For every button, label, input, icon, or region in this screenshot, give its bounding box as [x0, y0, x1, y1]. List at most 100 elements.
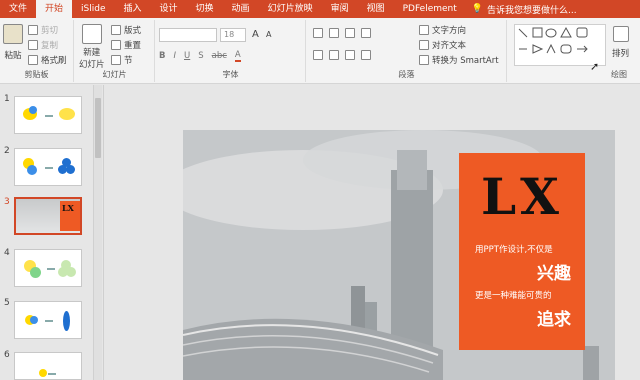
- scissors-icon: [28, 25, 38, 35]
- arrange-icon: [612, 26, 629, 42]
- clipboard-group: 粘贴 剪切 复制 格式刷 剪贴板: [0, 20, 74, 82]
- bullets-icon[interactable]: [313, 28, 323, 38]
- convert-smartart-button[interactable]: 转换为 SmartArt: [419, 54, 499, 66]
- smartart-icon: [419, 55, 429, 65]
- align-right-icon[interactable]: [345, 50, 355, 60]
- paste-icon: [3, 24, 23, 44]
- font-family-dropdown[interactable]: [159, 28, 217, 42]
- arrange-button[interactable]: 排列: [612, 26, 629, 59]
- slide-thumbnail-4[interactable]: [14, 249, 82, 287]
- shapes-icon: [518, 26, 588, 54]
- font-group: 18 A A B I U S abc A 字体: [156, 20, 306, 82]
- paragraph-group: 文字方向 对齐文本 转换为 SmartArt 段落: [307, 20, 507, 82]
- slide-number: 1: [4, 94, 10, 104]
- menu-pdfelement[interactable]: PDFelement: [394, 0, 466, 18]
- circle-icon: [29, 106, 37, 114]
- underline-icon[interactable]: U: [184, 51, 190, 61]
- drawing-group: 排列 绘图 ➚: [508, 20, 640, 82]
- layout-icon: [111, 25, 121, 35]
- new-slide-button[interactable]: 新建 幻灯片: [79, 24, 105, 70]
- brush-icon: [28, 55, 38, 65]
- menu-transitions[interactable]: 切换: [187, 0, 223, 18]
- slide-thumbnail-2[interactable]: [14, 148, 82, 186]
- font-size-dropdown[interactable]: 18: [220, 28, 246, 42]
- font-label: 字体: [222, 70, 239, 79]
- grow-font-button[interactable]: A: [252, 29, 259, 40]
- menu-review[interactable]: 审阅: [322, 0, 358, 18]
- slide-thumbnail-5[interactable]: [14, 301, 82, 339]
- shrink-font-button[interactable]: A: [266, 30, 271, 39]
- align-text-button[interactable]: 对齐文本: [419, 39, 466, 51]
- slide-number: 5: [4, 298, 10, 308]
- align-center-icon[interactable]: [329, 50, 339, 60]
- connector-line: [47, 268, 55, 270]
- menu-islide[interactable]: iSlide: [72, 0, 114, 18]
- copy-icon: [28, 40, 38, 50]
- slide-thumbnail-3[interactable]: LX: [14, 197, 82, 235]
- lens-icon: [63, 311, 70, 331]
- numbering-icon[interactable]: [329, 28, 339, 38]
- indent-decrease-icon[interactable]: [345, 28, 355, 38]
- italic-icon[interactable]: I: [173, 51, 176, 61]
- connector-line: [45, 115, 53, 117]
- bold-icon[interactable]: B: [159, 51, 165, 61]
- tagline-word-2: 追求: [537, 310, 571, 330]
- menu-home[interactable]: 开始: [36, 0, 73, 18]
- lx-logo: LX: [481, 167, 563, 226]
- paragraph-label: 段落: [398, 70, 415, 79]
- format-painter-button[interactable]: 格式刷: [28, 54, 67, 66]
- circle-icon: [66, 267, 76, 277]
- tell-me[interactable]: 💡 告诉我您想要做什么...: [472, 3, 577, 16]
- menu-view[interactable]: 视图: [358, 0, 394, 18]
- align-text-icon: [419, 40, 429, 50]
- thumbnail-logo: LX: [62, 203, 74, 213]
- text-direction-icon: [419, 25, 429, 35]
- text-direction-button[interactable]: 文字方向: [419, 24, 466, 36]
- slide-number: 6: [4, 350, 10, 360]
- menu-insert[interactable]: 插入: [115, 0, 151, 18]
- indent-increase-icon[interactable]: [361, 28, 371, 38]
- slide-thumbnail-1[interactable]: [14, 96, 82, 134]
- circle-icon: [39, 369, 47, 377]
- scrollbar-thumb[interactable]: [95, 98, 101, 158]
- connector-line: [45, 167, 53, 169]
- font-color-icon[interactable]: A: [234, 50, 241, 62]
- paste-button[interactable]: 粘贴: [3, 24, 23, 61]
- menu-slideshow[interactable]: 幻灯片放映: [259, 0, 322, 18]
- slide-thumbnail-6[interactable]: [14, 352, 82, 380]
- menu-file[interactable]: 文件: [0, 0, 36, 18]
- tagline-line-2: 更是一种难能可贵的: [475, 291, 552, 301]
- connector-line: [48, 373, 56, 375]
- slide-number: 4: [4, 248, 10, 258]
- menu-animations[interactable]: 动画: [223, 0, 259, 18]
- connector-line: [45, 320, 53, 322]
- strike-icon[interactable]: abc: [212, 51, 227, 61]
- reset-icon: [111, 40, 121, 50]
- align-buttons: [313, 50, 371, 60]
- slides-label: 幻灯片: [102, 70, 127, 79]
- circle-icon: [66, 165, 75, 174]
- menu-design[interactable]: 设计: [151, 0, 187, 18]
- layout-button[interactable]: 版式: [111, 24, 141, 36]
- cut-button[interactable]: 剪切: [28, 24, 58, 36]
- cursor-icon: ➚: [590, 60, 600, 73]
- reset-button[interactable]: 重置: [111, 39, 141, 51]
- section-button[interactable]: 节: [111, 54, 133, 66]
- slide-number: 3: [4, 197, 10, 207]
- circle-icon: [30, 316, 38, 324]
- lightbulb-icon: 💡: [471, 4, 483, 14]
- drawing-label: 绘图: [611, 70, 627, 79]
- title-card[interactable]: LX 用PPT作设计,不仅是 兴趣 更是一种难能可贵的 追求: [459, 153, 585, 350]
- ribbon: 粘贴 剪切 复制 格式刷 剪贴板 新建 幻灯片 版式 重置 节 幻灯片 18 A…: [0, 18, 640, 84]
- justify-icon[interactable]: [361, 50, 371, 60]
- align-left-icon[interactable]: [313, 50, 323, 60]
- slides-group: 新建 幻灯片 版式 重置 节 幻灯片: [75, 20, 155, 82]
- section-icon: [111, 55, 121, 65]
- tell-me-text: 告诉我您想要做什么...: [486, 5, 577, 16]
- copy-button[interactable]: 复制: [28, 39, 58, 51]
- menu-bar: 文件 开始 iSlide 插入 设计 切换 动画 幻灯片放映 审阅 视图 PDF…: [0, 0, 640, 18]
- shadow-icon[interactable]: S: [198, 51, 203, 61]
- new-slide-icon: [81, 24, 102, 44]
- list-buttons: [313, 28, 371, 38]
- font-style-row: B I U S abc A: [159, 50, 241, 62]
